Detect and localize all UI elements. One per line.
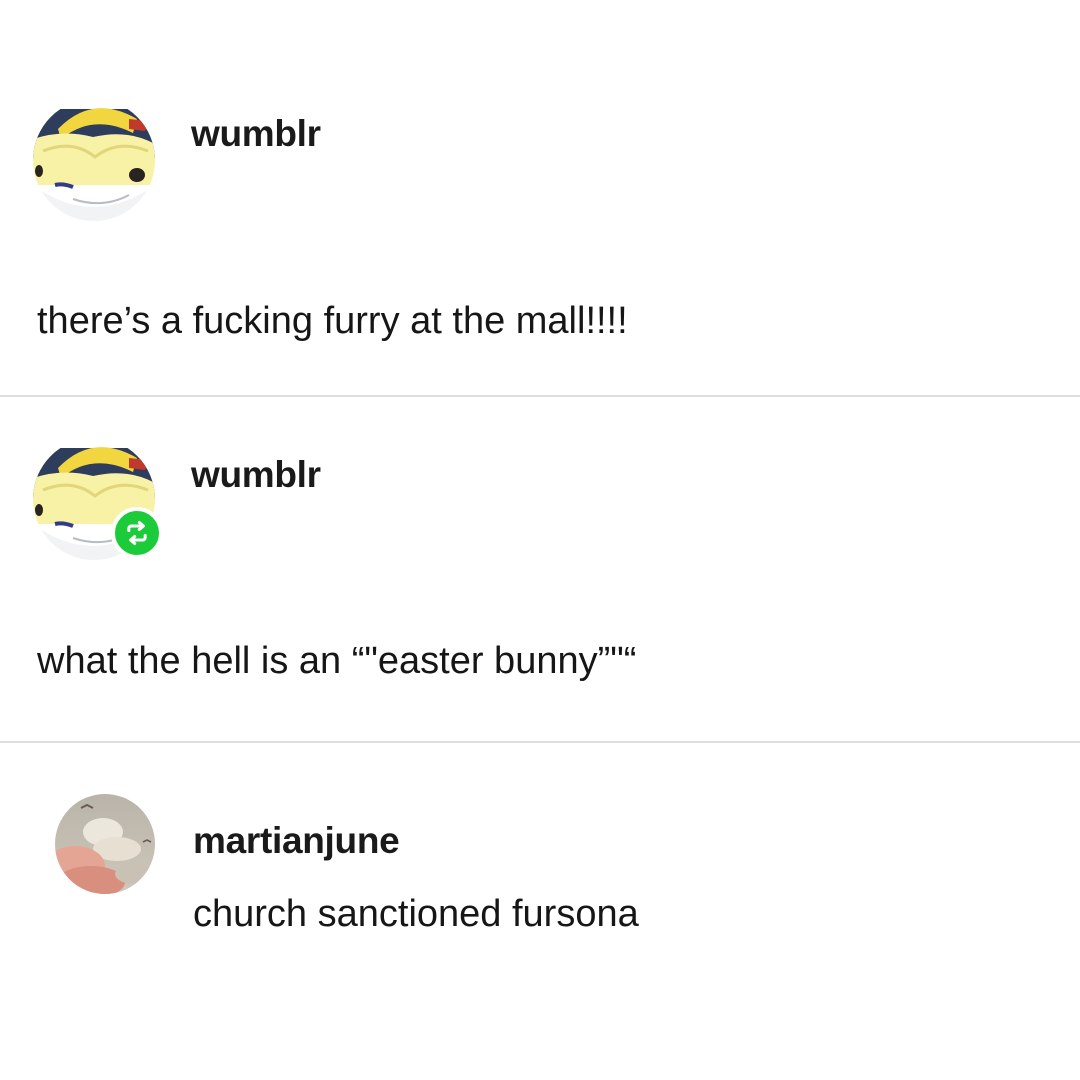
isabelle-avatar-icon[interactable] bbox=[33, 99, 155, 221]
post-body-text: there’s a fucking furry at the mall!!!! bbox=[37, 300, 628, 342]
post-1: wumblr there’s a fucking furry at the ma… bbox=[0, 0, 1080, 396]
post-author-username[interactable]: wumblr bbox=[191, 113, 321, 155]
reblog-icon bbox=[127, 520, 147, 546]
post-author-username[interactable]: wumblr bbox=[191, 454, 321, 496]
reply-author-username[interactable]: martianjune bbox=[193, 820, 400, 862]
post-2: wumblr what the hell is an “"easter bunn… bbox=[0, 397, 1080, 741]
clouds-avatar-icon[interactable] bbox=[55, 794, 155, 894]
reblog-badge bbox=[111, 507, 163, 559]
post-body-text: what the hell is an “"easter bunny”"“ bbox=[37, 640, 637, 682]
reply-body-text: church sanctioned fursona bbox=[193, 893, 639, 935]
reply: martianjune church sanctioned fursona bbox=[0, 743, 1080, 1080]
